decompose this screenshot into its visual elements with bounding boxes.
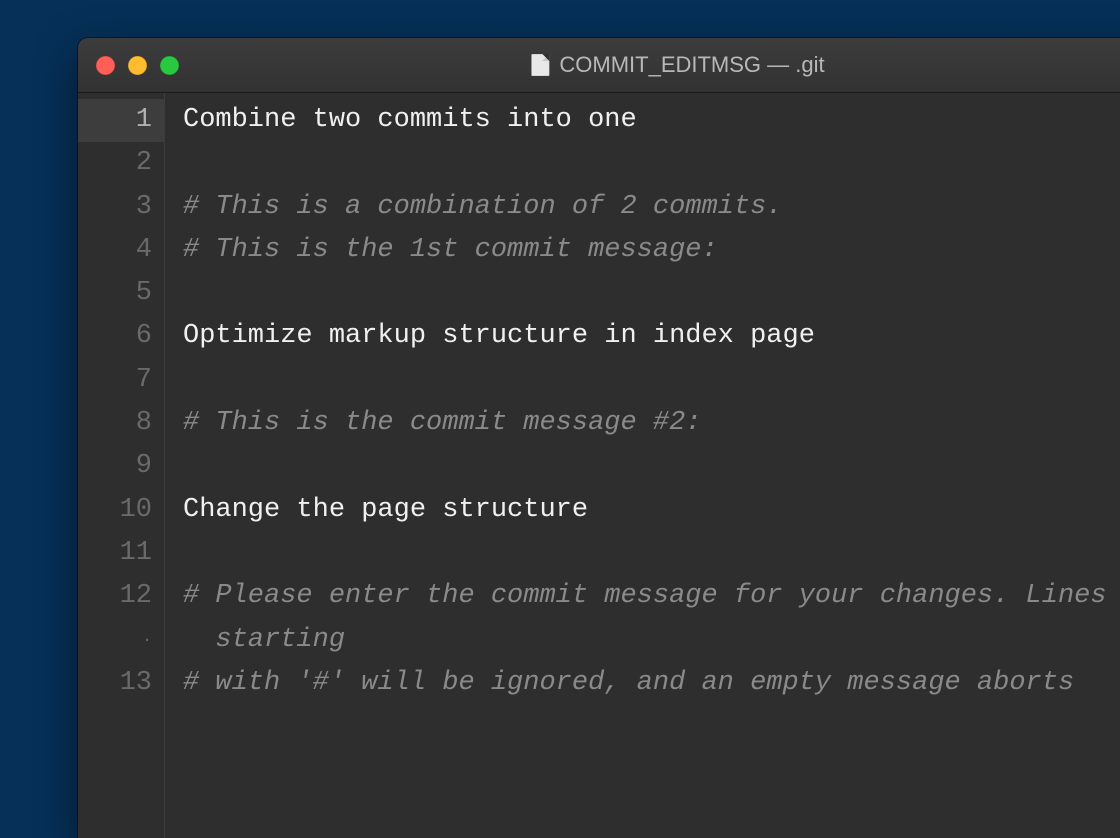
line-number[interactable]: 10 — [78, 489, 152, 532]
line-number[interactable]: 3 — [78, 186, 152, 229]
line-number[interactable]: 5 — [78, 272, 152, 315]
comment-text: starting — [183, 619, 345, 662]
comment-text: # This is the commit message #2: — [183, 402, 701, 445]
comment-text: # This is the 1st commit message: — [183, 229, 718, 272]
code-line[interactable]: Combine two commits into one — [183, 99, 1120, 142]
line-number[interactable]: 9 — [78, 445, 152, 488]
file-icon — [531, 54, 549, 76]
line-number[interactable]: · — [78, 619, 152, 662]
code-text: Optimize markup structure in index page — [183, 315, 815, 358]
traffic-lights — [96, 56, 179, 75]
editor: 123456789101112·13 Combine two commits i… — [78, 93, 1120, 838]
line-number[interactable]: 1 — [78, 99, 164, 142]
close-icon[interactable] — [96, 56, 115, 75]
code-line[interactable] — [183, 532, 1120, 575]
code-line[interactable] — [183, 142, 1120, 185]
editor-window: COMMIT_EDITMSG — .git 123456789101112·13… — [78, 38, 1120, 838]
line-number[interactable]: 8 — [78, 402, 152, 445]
line-number[interactable]: 4 — [78, 229, 152, 272]
window-title-text: COMMIT_EDITMSG — .git — [559, 52, 824, 78]
line-number-gutter[interactable]: 123456789101112·13 — [78, 93, 165, 838]
minimize-icon[interactable] — [128, 56, 147, 75]
code-line[interactable]: # This is a combination of 2 commits. — [183, 186, 1120, 229]
comment-text: # with '#' will be ignored, and an empty… — [183, 662, 1074, 705]
line-number[interactable]: 2 — [78, 142, 152, 185]
line-number[interactable]: 12 — [78, 575, 152, 618]
code-line[interactable]: # Please enter the commit message for yo… — [183, 575, 1120, 618]
code-text: Change the page structure — [183, 489, 588, 532]
line-number[interactable]: 11 — [78, 532, 152, 575]
line-number[interactable]: 6 — [78, 315, 152, 358]
code-line[interactable]: # This is the 1st commit message: — [183, 229, 1120, 272]
code-line[interactable]: Optimize markup structure in index page — [183, 315, 1120, 358]
code-line[interactable] — [183, 359, 1120, 402]
comment-text: # Please enter the commit message for yo… — [183, 575, 1107, 618]
code-line[interactable]: # This is the commit message #2: — [183, 402, 1120, 445]
window-title: COMMIT_EDITMSG — .git — [531, 52, 824, 78]
code-area[interactable]: Combine two commits into one # This is a … — [165, 93, 1120, 838]
zoom-icon[interactable] — [160, 56, 179, 75]
code-line[interactable]: Change the page structure — [183, 489, 1120, 532]
line-number[interactable]: 7 — [78, 359, 152, 402]
titlebar[interactable]: COMMIT_EDITMSG — .git — [78, 38, 1120, 93]
code-line[interactable]: # with '#' will be ignored, and an empty… — [183, 662, 1120, 705]
code-line[interactable] — [183, 272, 1120, 315]
line-number[interactable]: 13 — [78, 662, 152, 705]
code-line[interactable] — [183, 445, 1120, 488]
comment-text: # This is a combination of 2 commits. — [183, 186, 783, 229]
code-line[interactable]: starting — [183, 619, 1120, 662]
code-text: Combine two commits into one — [183, 99, 637, 142]
